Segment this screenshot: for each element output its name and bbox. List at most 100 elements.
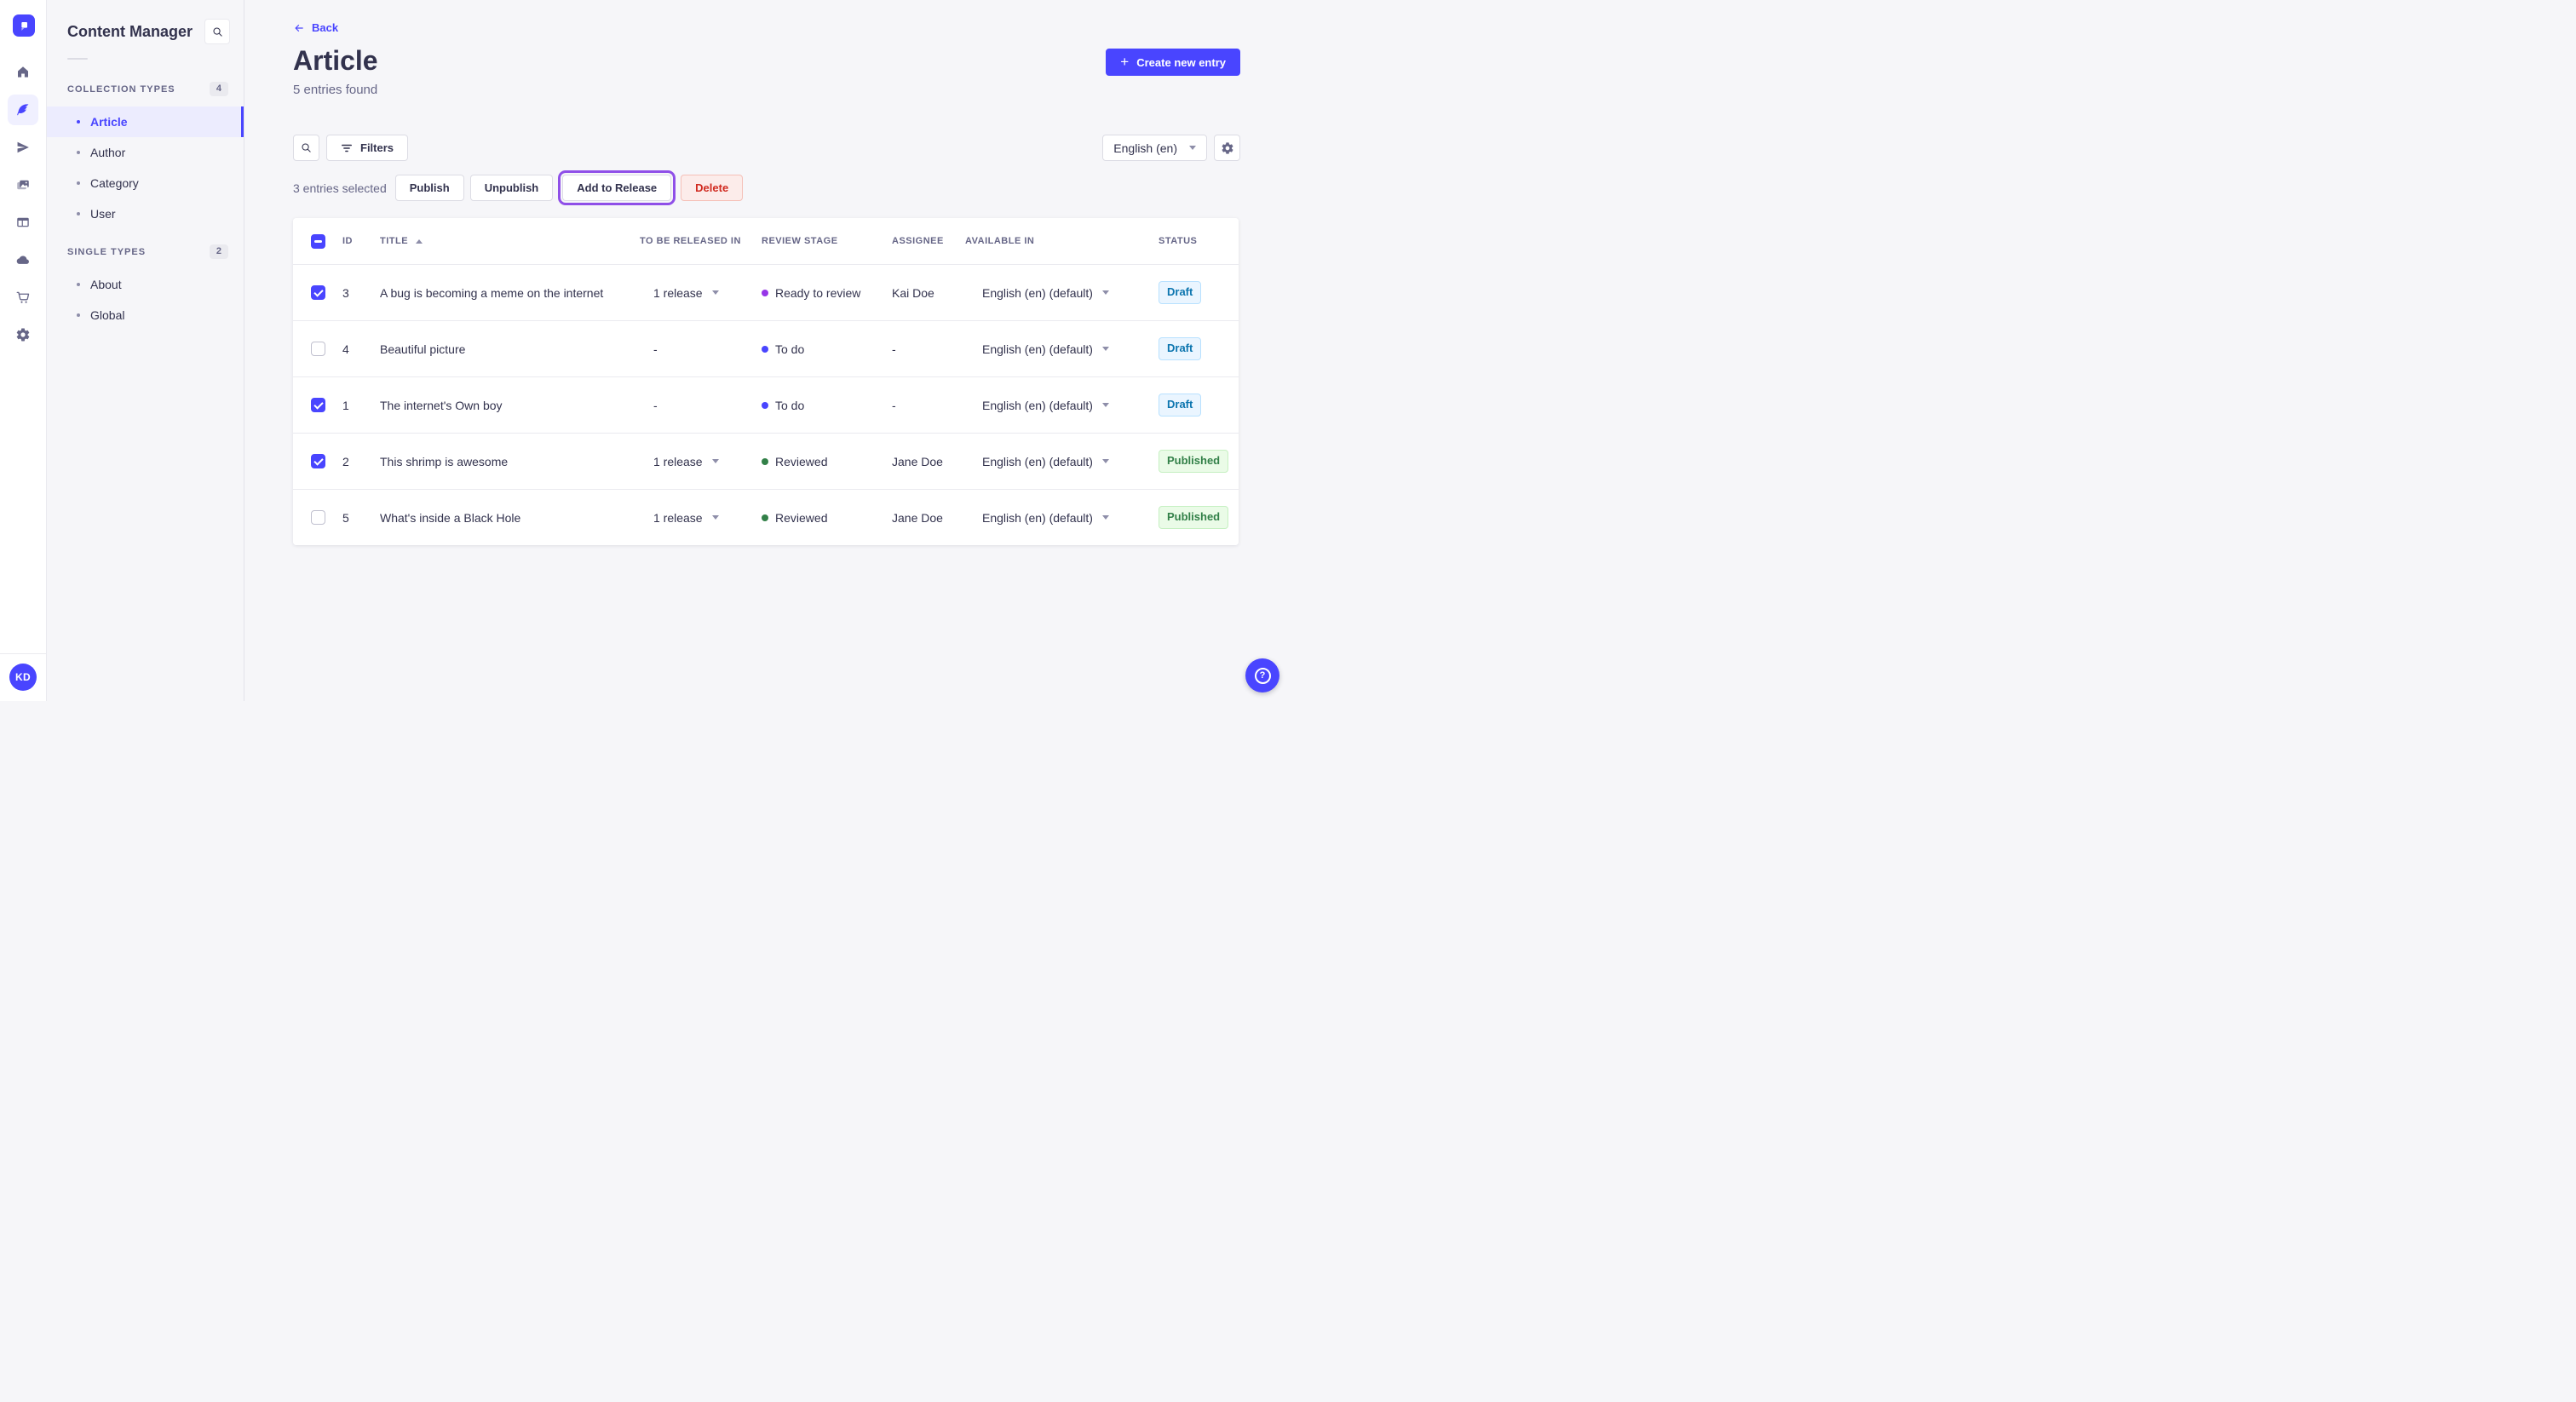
delete-button[interactable]: Delete	[681, 175, 744, 201]
chevron-down-icon	[711, 290, 719, 295]
cell-review-stage: Reviewed	[756, 511, 886, 525]
rail-divider	[0, 653, 46, 654]
create-new-entry-button[interactable]: + Create new entry	[1106, 49, 1240, 76]
back-link[interactable]: Back	[293, 21, 338, 34]
cell-status: Published	[1151, 506, 1239, 529]
row-checkbox[interactable]	[311, 342, 325, 356]
cell-id: 1	[342, 398, 349, 412]
layout-icon	[8, 207, 38, 238]
search-icon	[211, 26, 224, 38]
sidebar-item-global[interactable]: Global	[47, 300, 244, 330]
stage-dot-icon	[762, 345, 768, 353]
view-settings-button[interactable]	[1214, 135, 1240, 161]
chevron-down-icon	[1101, 459, 1109, 463]
table-row[interactable]: 3 A bug is becoming a meme on the intern…	[293, 264, 1239, 320]
table-row[interactable]: 1 The internet's Own boy - To do - Engli…	[293, 376, 1239, 433]
locale-dropdown[interactable]: English (en) (default)	[959, 399, 1151, 412]
table-row[interactable]: 2 This shrimp is awesome 1 release Revie…	[293, 433, 1239, 489]
cell-assignee: -	[892, 342, 896, 356]
collection-types-section: COLLECTION TYPES 4 Article Author Catego…	[47, 80, 244, 229]
plus-icon: +	[1120, 54, 1130, 70]
column-header-title[interactable]: TITLE	[375, 236, 634, 246]
release-dropdown[interactable]: 1 release	[634, 286, 756, 300]
create-new-entry-label: Create new entry	[1136, 55, 1226, 69]
column-header-assignee[interactable]: ASSIGNEE	[886, 236, 959, 246]
cell-assignee: -	[892, 398, 896, 412]
release-dropdown[interactable]: -	[634, 342, 756, 356]
home-icon	[8, 57, 38, 88]
locale-dropdown[interactable]: English (en) (default)	[959, 286, 1151, 300]
sidebar-item-about[interactable]: About	[47, 269, 244, 300]
subnav-title: Content Manager	[67, 22, 193, 40]
sidebar-item-label: About	[90, 278, 122, 291]
column-header-id[interactable]: ID	[336, 236, 375, 246]
subnav-search-button[interactable]	[204, 19, 230, 44]
status-badge: Draft	[1159, 394, 1202, 417]
table-row[interactable]: 4 Beautiful picture - To do - English (e…	[293, 320, 1239, 376]
rail-item-home[interactable]	[0, 54, 46, 91]
release-dropdown[interactable]: 1 release	[634, 511, 756, 525]
status-badge: Published	[1159, 506, 1229, 529]
single-types-section: SINGLE TYPES 2 About Global	[47, 243, 244, 330]
cell-assignee: Jane Doe	[892, 510, 943, 525]
bullet-icon	[77, 151, 80, 154]
sidebar-item-user[interactable]: User	[47, 198, 244, 229]
locale-select[interactable]: English (en)	[1102, 135, 1207, 161]
select-all-checkbox[interactable]	[311, 233, 325, 249]
column-header-review-stage[interactable]: REVIEW STAGE	[756, 236, 886, 246]
bullet-icon	[77, 313, 80, 317]
rail-item-releases[interactable]	[0, 129, 46, 166]
cell-id: 5	[342, 510, 349, 525]
arrow-left-icon	[295, 24, 303, 32]
cell-assignee: Kai Doe	[892, 285, 934, 300]
subnav-divider	[67, 58, 88, 60]
section-label: COLLECTION TYPES	[67, 83, 175, 95]
filters-label: Filters	[360, 141, 394, 154]
sidebar-item-label: Category	[90, 176, 139, 190]
table-row[interactable]: 5 What's inside a Black Hole 1 release R…	[293, 489, 1239, 545]
search-button[interactable]	[293, 135, 319, 161]
status-badge: Published	[1159, 450, 1229, 473]
column-header-release[interactable]: TO BE RELEASED IN	[634, 236, 756, 246]
rail-item-media-library[interactable]	[0, 166, 46, 204]
sidebar-item-label: Global	[90, 308, 125, 322]
column-header-status[interactable]: STATUS	[1151, 236, 1239, 246]
sidebar-item-category[interactable]: Category	[47, 168, 244, 198]
locale-dropdown[interactable]: English (en) (default)	[959, 455, 1151, 468]
bullet-icon	[77, 212, 80, 215]
row-checkbox[interactable]	[311, 285, 325, 300]
release-dropdown[interactable]: -	[634, 399, 756, 412]
strapi-logo[interactable]	[13, 14, 35, 37]
user-avatar[interactable]: KD	[9, 664, 37, 691]
column-header-available-in[interactable]: AVAILABLE IN	[959, 236, 1151, 246]
sidebar-item-article[interactable]: Article	[47, 106, 244, 137]
rail-item-content-type-builder[interactable]	[0, 204, 46, 241]
locale-dropdown[interactable]: English (en) (default)	[959, 342, 1151, 356]
table-header-row: ID TITLE TO BE RELEASED IN REVIEW STAGE …	[293, 218, 1239, 264]
cell-review-stage: To do	[756, 342, 886, 356]
release-dropdown[interactable]: 1 release	[634, 455, 756, 468]
stage-dot-icon	[762, 289, 768, 296]
sidebar-item-author[interactable]: Author	[47, 137, 244, 168]
rail-item-marketplace[interactable]	[0, 279, 46, 316]
rail-item-deploy[interactable]	[0, 241, 46, 279]
rail-item-content-manager[interactable]	[0, 91, 46, 129]
add-to-release-button[interactable]: Add to Release	[558, 170, 676, 205]
row-checkbox[interactable]	[311, 398, 325, 412]
help-button[interactable]: ?	[1245, 658, 1279, 692]
unpublish-button[interactable]: Unpublish	[469, 175, 554, 201]
publish-button[interactable]: Publish	[394, 175, 464, 201]
bullet-icon	[77, 120, 80, 124]
filters-button[interactable]: Filters	[326, 135, 409, 161]
cell-review-stage: Ready to review	[756, 286, 886, 300]
locale-dropdown[interactable]: English (en) (default)	[959, 511, 1151, 525]
row-checkbox[interactable]	[311, 510, 325, 525]
rail-item-settings[interactable]	[0, 316, 46, 353]
cell-title: Beautiful picture	[380, 342, 466, 356]
rail-nav-list	[0, 54, 46, 353]
status-badge: Draft	[1159, 337, 1202, 360]
cell-title: A bug is becoming a meme on the internet	[380, 285, 604, 300]
entries-table: ID TITLE TO BE RELEASED IN REVIEW STAGE …	[293, 218, 1239, 545]
row-checkbox[interactable]	[311, 454, 325, 468]
content-manager-icon	[8, 95, 38, 125]
